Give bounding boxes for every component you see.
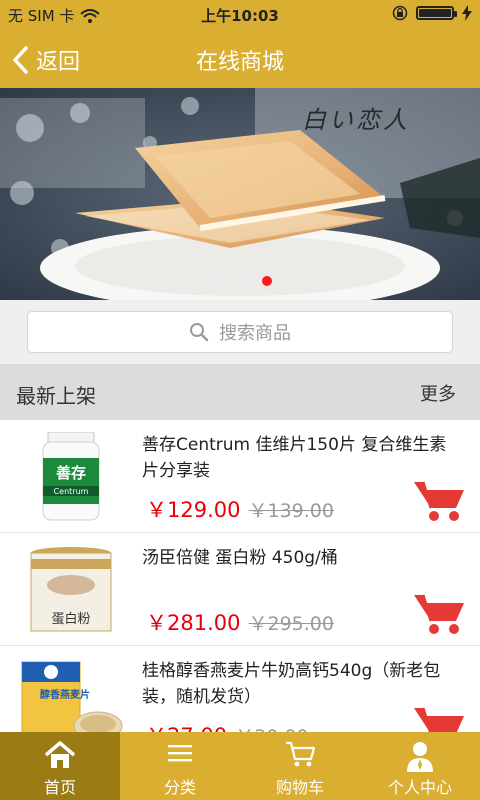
- svg-text:Centrum: Centrum: [54, 487, 89, 496]
- product-prices: ￥129.00 ￥139.00: [146, 494, 334, 524]
- product-price: ￥281.00: [146, 611, 241, 635]
- add-to-cart-icon[interactable]: [412, 704, 466, 732]
- tab-profile[interactable]: 个人中心: [360, 732, 480, 800]
- product-thumb-label: 蛋白粉: [51, 611, 90, 627]
- product-price: ￥129.00: [146, 498, 241, 522]
- search-input[interactable]: 搜索商品: [27, 311, 453, 353]
- section-header: 最新上架 更多: [0, 364, 480, 420]
- tab-label: 个人中心: [387, 778, 452, 797]
- section-title: 最新上架: [16, 384, 96, 408]
- rotation-lock-icon: [392, 5, 408, 21]
- product-old-price: ￥295.00: [248, 613, 334, 635]
- tab-label: 首页: [43, 778, 76, 797]
- cart-icon: [286, 741, 316, 767]
- status-right: [392, 5, 472, 21]
- product-image-oats: 醇香燕麦片: [21, 661, 123, 732]
- product-list: 善存 Centrum 善存Centrum 佳维片150片 复合维生素片分享装 ￥…: [0, 420, 480, 732]
- search-area: 搜索商品: [0, 300, 480, 364]
- banner-brand-text: 白い恋人: [302, 106, 410, 134]
- product-item[interactable]: 醇香燕麦片 桂格醇香燕麦片牛奶高钙540g（新老包装，随机发货） ￥27.00 …: [0, 646, 480, 732]
- page-title: 在线商城: [195, 50, 284, 75]
- tab-label: 分类: [163, 778, 196, 797]
- product-name: 善存Centrum 佳维片150片 复合维生素片分享装: [142, 435, 447, 481]
- tab-cart[interactable]: 购物车: [240, 732, 360, 800]
- search-placeholder: 搜索商品: [219, 323, 291, 344]
- nav-bar: 返回 在线商城: [0, 30, 480, 88]
- product-name: 汤臣倍健 蛋白粉 450g/桶: [142, 548, 338, 568]
- product-thumb-label: 善存: [56, 464, 86, 482]
- product-thumb-label: 醇香燕麦片: [40, 688, 90, 701]
- product-old-price: ￥30.00: [235, 722, 308, 732]
- tab-home[interactable]: 首页: [0, 732, 120, 800]
- add-to-cart-icon[interactable]: [412, 591, 466, 635]
- home-icon: [44, 741, 76, 768]
- add-to-cart-icon[interactable]: [412, 478, 466, 522]
- product-prices: ￥27.00 ￥30.00: [146, 720, 309, 732]
- carousel-dots: [0, 271, 480, 290]
- product-old-price: ￥139.00: [248, 500, 334, 522]
- product-image-centrum: 善存 Centrum: [42, 432, 100, 521]
- more-link[interactable]: 更多: [420, 380, 456, 406]
- product-prices: ￥281.00 ￥295.00: [146, 607, 334, 637]
- carousel-dot[interactable]: [235, 276, 245, 286]
- search-icon: [190, 323, 209, 342]
- product-price: ￥27.00: [146, 720, 227, 732]
- product-image-protein: 蛋白粉: [30, 547, 112, 632]
- tab-label: 购物车: [275, 778, 324, 797]
- tab-category[interactable]: 分类: [120, 732, 240, 800]
- carousel-dot-active[interactable]: [262, 276, 273, 286]
- product-item[interactable]: 蛋白粉 汤臣倍健 蛋白粉 450g/桶 ￥281.00 ￥295.00: [0, 533, 480, 646]
- status-bar: 无 SIM 卡 上午10:03: [0, 0, 480, 30]
- product-item[interactable]: 善存 Centrum 善存Centrum 佳维片150片 复合维生素片分享装 ￥…: [0, 420, 480, 533]
- bottom-tab-bar: 首页 分类 购物车 个人中心: [0, 732, 480, 800]
- promo-banner[interactable]: 白い恋人: [0, 88, 480, 300]
- user-icon: [407, 742, 433, 772]
- battery-icon: [416, 6, 457, 20]
- product-name: 桂格醇香燕麦片牛奶高钙540g（新老包装，随机发货）: [142, 661, 441, 707]
- charging-icon: [462, 5, 472, 21]
- carousel-dot[interactable]: [207, 276, 218, 286]
- menu-icon: [168, 745, 192, 762]
